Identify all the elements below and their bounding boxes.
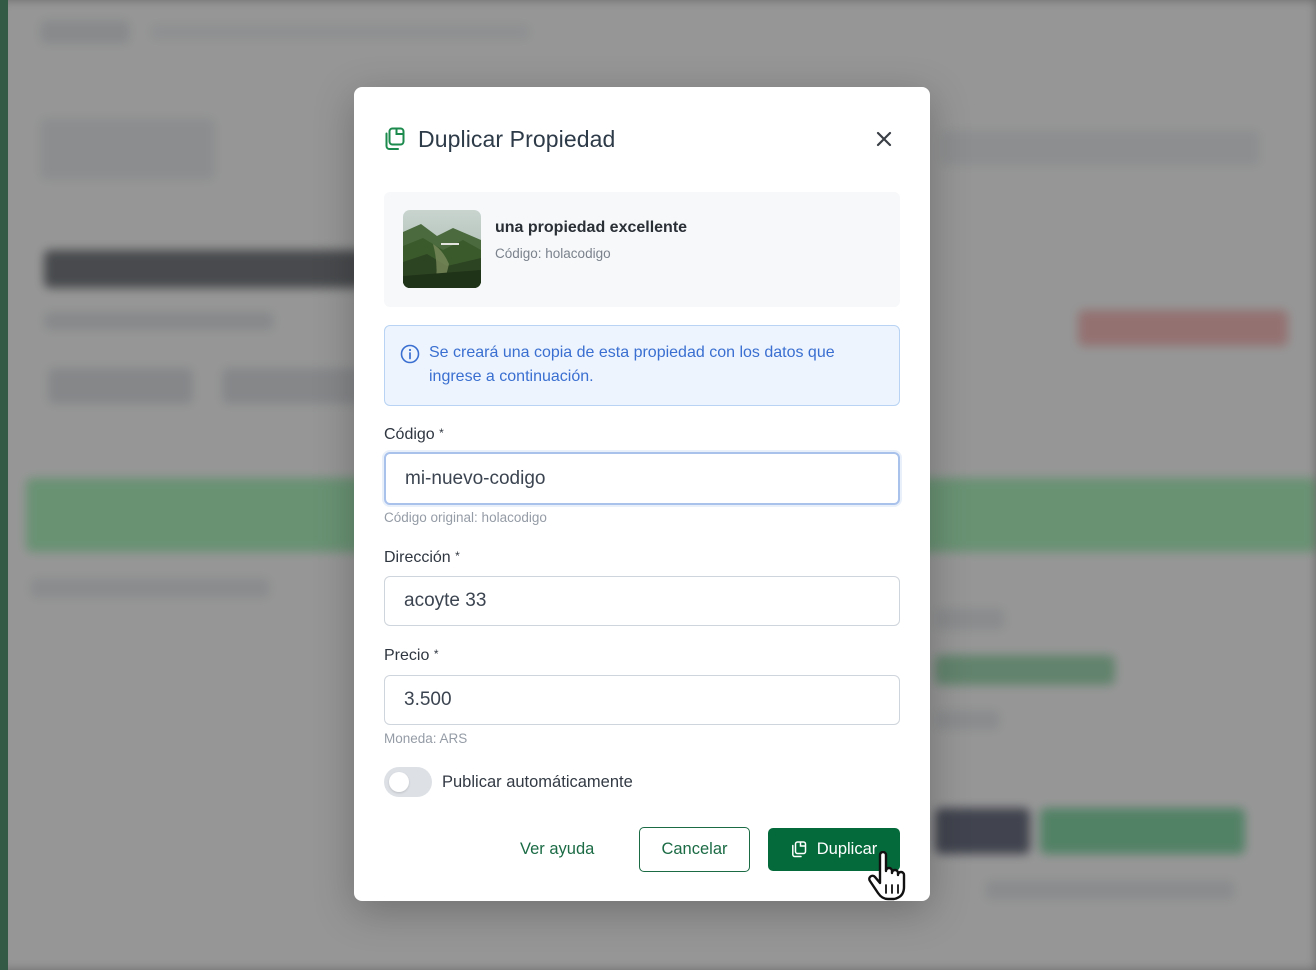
address-label-text: Dirección bbox=[384, 549, 451, 566]
help-link[interactable]: Ver ayuda bbox=[506, 827, 608, 872]
info-text: Se creará una copia de esta propiedad co… bbox=[429, 344, 835, 385]
close-icon[interactable] bbox=[870, 125, 898, 153]
price-label-text: Precio bbox=[384, 647, 430, 664]
required-mark: * bbox=[455, 549, 460, 563]
code-input[interactable] bbox=[384, 452, 900, 505]
code-help-text: Código original: holacodigo bbox=[384, 510, 547, 525]
address-input[interactable] bbox=[384, 576, 900, 626]
price-input[interactable] bbox=[384, 675, 900, 725]
cancel-button[interactable]: Cancelar bbox=[639, 827, 750, 872]
cancel-button-label: Cancelar bbox=[661, 840, 728, 858]
required-mark: * bbox=[439, 426, 444, 440]
price-label: Precio * bbox=[384, 647, 438, 665]
auto-publish-row: Publicar automáticamente bbox=[384, 767, 633, 797]
property-summary-card: una propiedad excellente Código: holacod… bbox=[384, 192, 900, 307]
duplicate-icon bbox=[791, 841, 806, 858]
property-name: una propiedad excellente bbox=[495, 219, 688, 236]
toggle-knob bbox=[389, 772, 409, 792]
auto-publish-label: Publicar automáticamente bbox=[442, 772, 633, 791]
duplicate-button-label: Duplicar bbox=[816, 840, 878, 858]
duplicate-icon bbox=[384, 127, 406, 151]
code-label-text: Código bbox=[384, 426, 435, 443]
duplicate-button[interactable]: Duplicar bbox=[768, 828, 900, 871]
info-circle-icon bbox=[400, 344, 420, 364]
dialog-header: Duplicar Propiedad bbox=[384, 123, 900, 155]
property-code: Código: holacodigo bbox=[495, 246, 611, 261]
currency-help-text: Moneda: ARS bbox=[384, 731, 468, 746]
property-thumbnail bbox=[403, 210, 481, 288]
required-mark: * bbox=[433, 647, 439, 661]
dialog-title: Duplicar Propiedad bbox=[418, 125, 616, 152]
auto-publish-toggle[interactable] bbox=[384, 767, 432, 797]
duplicate-property-dialog: Duplicar Propiedad una propiedad excelle… bbox=[354, 87, 930, 901]
code-label: Código * bbox=[384, 426, 444, 444]
address-label: Dirección * bbox=[384, 549, 460, 567]
info-alert: Se creará una copia de esta propiedad co… bbox=[384, 325, 900, 406]
